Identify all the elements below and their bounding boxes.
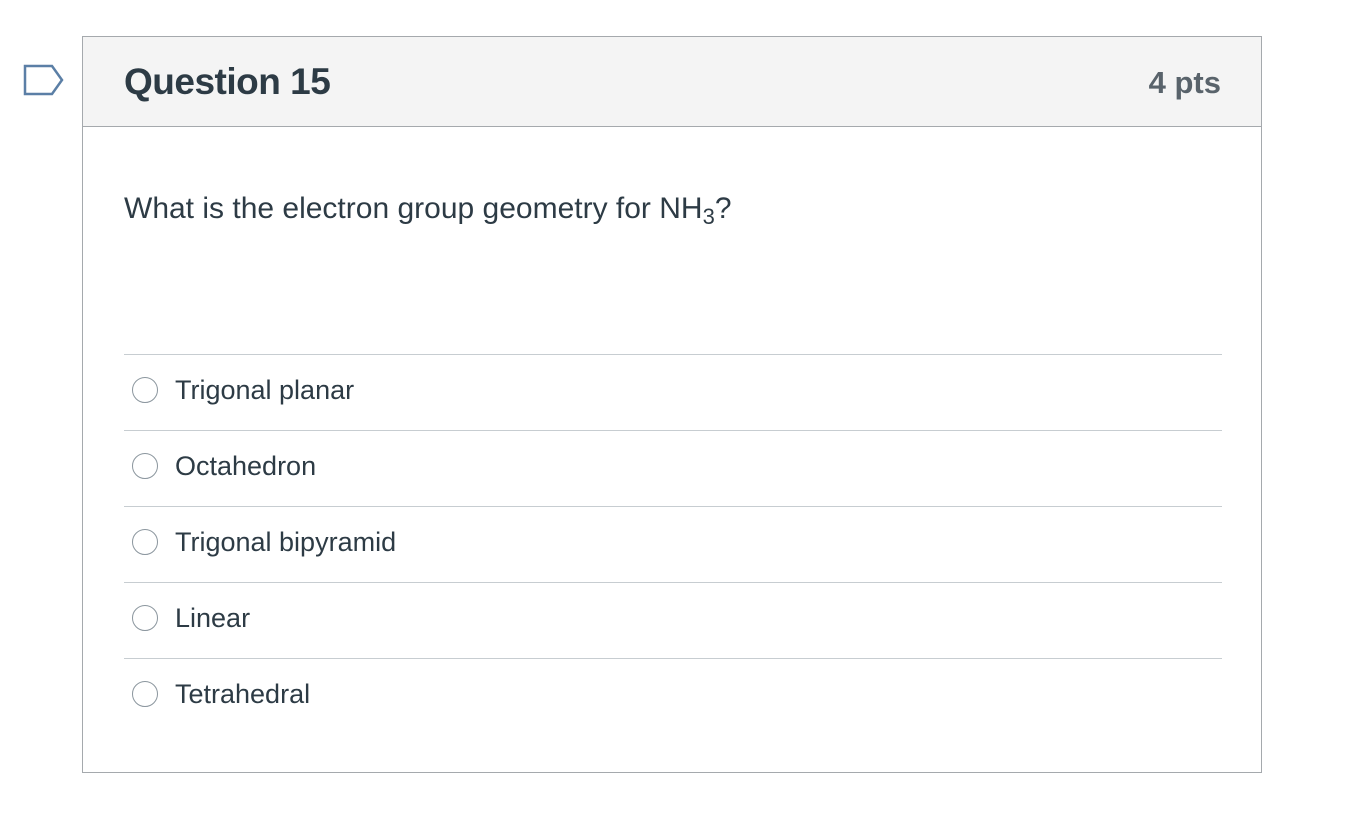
answer-label: Tetrahedral	[175, 679, 311, 709]
question-card: Question 15 4 pts What is the electron g…	[82, 36, 1262, 773]
answer-option[interactable]: Trigonal bipyramid	[124, 506, 1222, 582]
question-title: Question 15	[124, 61, 331, 102]
answer-option[interactable]: Linear	[124, 582, 1222, 658]
question-points: 4 pts	[1148, 65, 1221, 100]
radio-button[interactable]	[132, 529, 158, 555]
question-text-main: What is the electron group geometry for …	[124, 192, 703, 225]
flag-question-icon[interactable]	[22, 64, 66, 96]
answer-label: Linear	[175, 603, 251, 633]
answer-label: Octahedron	[175, 451, 317, 481]
question-text-subscript: 3	[702, 204, 715, 229]
answer-label: Trigonal planar	[175, 375, 355, 405]
radio-button[interactable]	[132, 377, 158, 403]
answer-option[interactable]: Octahedron	[124, 430, 1222, 506]
radio-button[interactable]	[132, 681, 158, 707]
question-text: What is the electron group geometry for …	[124, 192, 732, 230]
answer-option[interactable]: Trigonal planar	[124, 354, 1222, 430]
radio-button[interactable]	[132, 605, 158, 631]
question-header: Question 15 4 pts	[83, 37, 1261, 127]
answer-label: Trigonal bipyramid	[175, 527, 397, 557]
radio-button[interactable]	[132, 453, 158, 479]
answer-list: Trigonal planar Octahedron Trigonal bipy…	[124, 354, 1222, 734]
question-text-suffix: ?	[714, 192, 732, 225]
answer-option[interactable]: Tetrahedral	[124, 658, 1222, 734]
